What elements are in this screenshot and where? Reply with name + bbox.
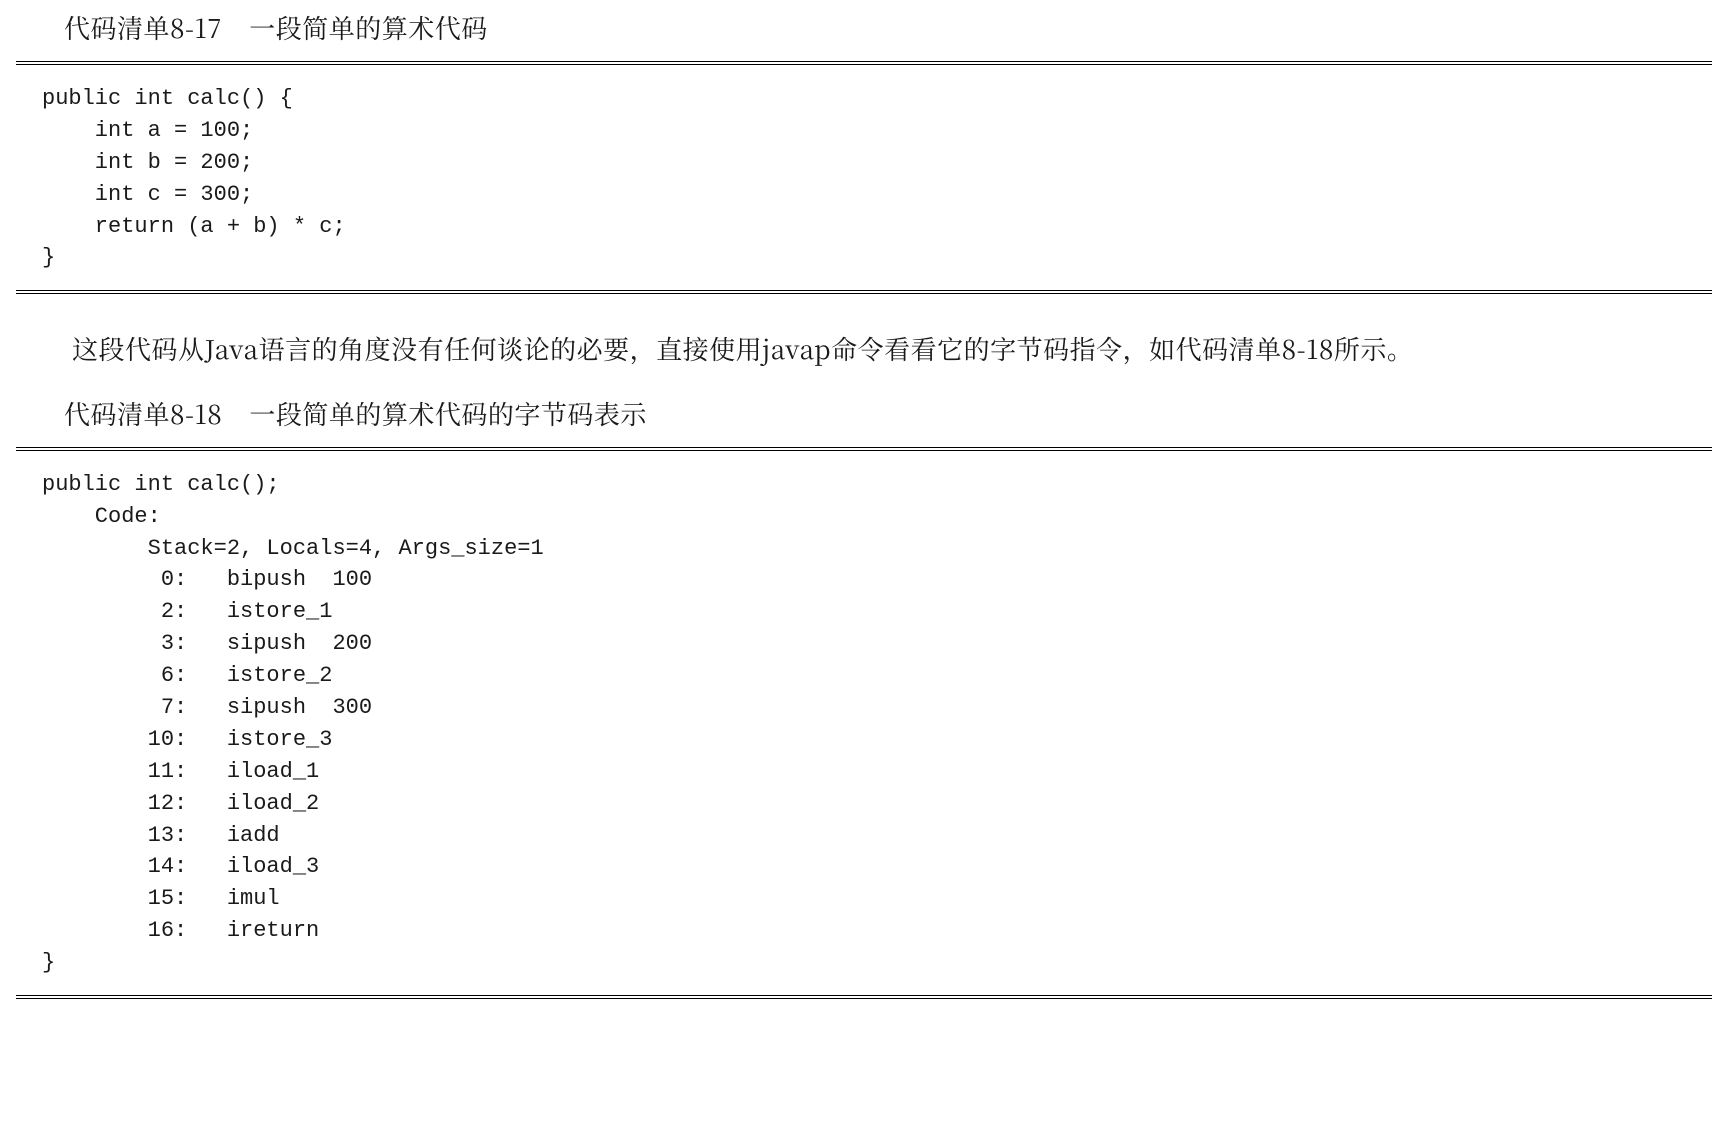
code-listing-heading-2: 代码清单8-18 一段简单的算术代码的字节码表示 [16, 386, 1712, 447]
code-listing-code-2: public int calc(); Code: Stack=2, Locals… [42, 469, 1692, 979]
document-page: 代码清单8-17 一段简单的算术代码 public int calc() { i… [0, 0, 1728, 1140]
code-listing-id-1: 代码清单8-17 [64, 9, 222, 46]
code-listing-id-2: 代码清单8-18 [64, 395, 222, 432]
body-paragraph: 这段代码从Java语言的角度没有任何谈论的必要，直接使用javap命令看看它的字… [16, 294, 1712, 385]
code-listing-box-1: public int calc() { int a = 100; int b =… [16, 61, 1712, 294]
code-listing-caption-1: 一段简单的算术代码 [249, 9, 488, 46]
code-listing-heading-1: 代码清单8-17 一段简单的算术代码 [16, 0, 1712, 61]
code-listing-code-1: public int calc() { int a = 100; int b =… [42, 83, 1692, 274]
code-listing-box-2: public int calc(); Code: Stack=2, Locals… [16, 447, 1712, 999]
code-listing-caption-2: 一段简单的算术代码的字节码表示 [249, 395, 647, 432]
